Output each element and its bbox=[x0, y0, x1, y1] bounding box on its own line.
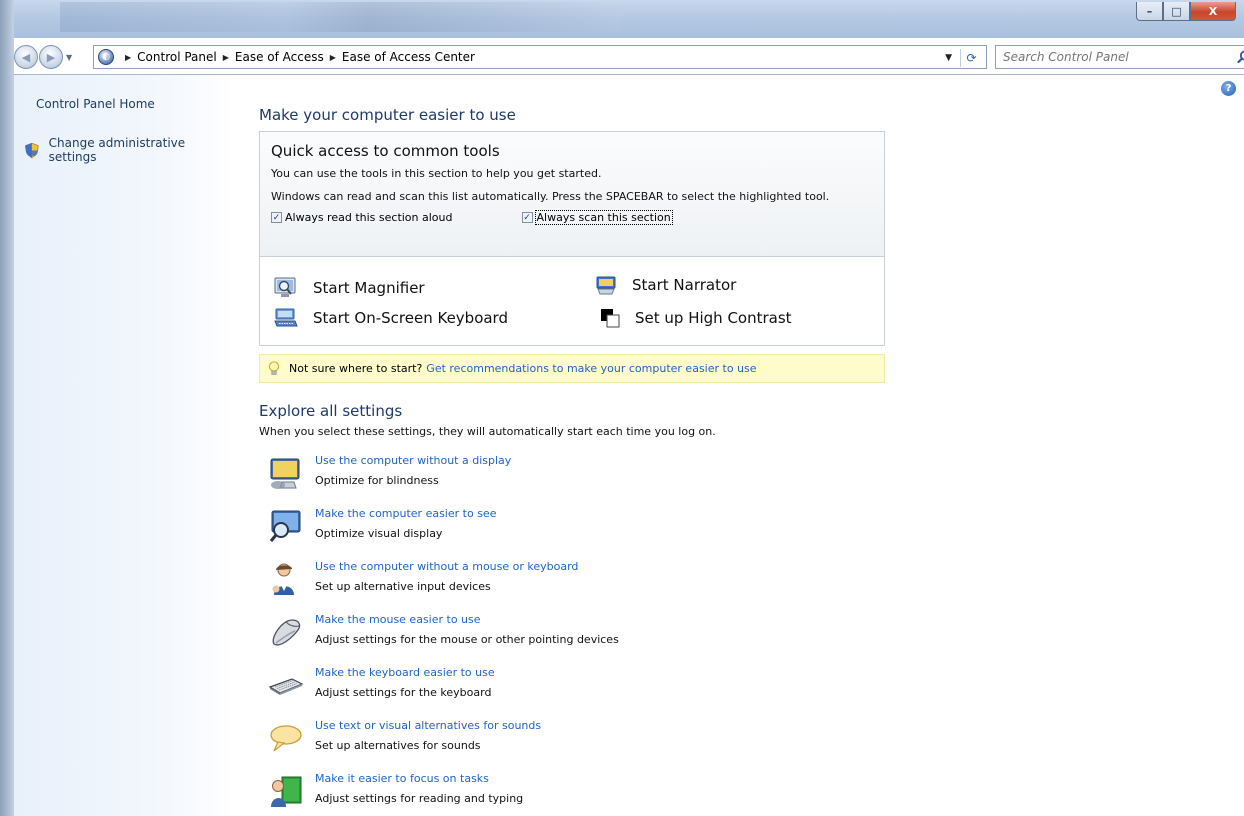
keyboard-easier-link[interactable]: Make the keyboard easier to use bbox=[315, 666, 495, 679]
start-narrator-button[interactable]: Start Narrator bbox=[595, 274, 736, 296]
search-input[interactable] bbox=[1003, 50, 1223, 64]
on-screen-keyboard-icon bbox=[274, 308, 298, 327]
setting-without-mouse-keyboard: Use the computer without a mouse or keyb… bbox=[268, 560, 578, 597]
quick-access-tools: Start Magnifier Start Narrator Start On-… bbox=[260, 257, 884, 346]
refresh-icon[interactable]: ⟳ bbox=[960, 49, 982, 67]
background-window-ghost bbox=[60, 2, 620, 32]
quick-access-scan-note: Windows can read and scan this list auto… bbox=[271, 190, 830, 203]
quick-access-intro: You can use the tools in this section to… bbox=[271, 167, 602, 180]
quick-access-title: Quick access to common tools bbox=[271, 142, 500, 160]
focus-on-tasks-desc: Adjust settings for reading and typing bbox=[315, 792, 524, 805]
read-aloud-check-icon[interactable]: ✓ bbox=[271, 212, 282, 223]
get-recommendations-link[interactable]: Get recommendations to make your compute… bbox=[426, 362, 756, 375]
keyboard-easier-desc: Adjust settings for the keyboard bbox=[315, 686, 492, 699]
page-title: Make your computer easier to use bbox=[259, 106, 516, 124]
read-aloud-label[interactable]: Always read this section aloud bbox=[285, 211, 453, 224]
set-up-high-contrast-button[interactable]: Set up High Contrast bbox=[600, 308, 792, 328]
quick-access-panel: Quick access to common tools You can use… bbox=[259, 131, 885, 346]
setting-focus-on-tasks: Make it easier to focus on tasks Adjust … bbox=[268, 772, 523, 809]
minimize-button[interactable]: – bbox=[1136, 2, 1163, 21]
use-without-display-link[interactable]: Use the computer without a display bbox=[315, 454, 511, 467]
mouse-easier-desc: Adjust settings for the mouse or other p… bbox=[315, 633, 619, 646]
address-dropdown-icon[interactable]: ▼ bbox=[945, 53, 952, 63]
easier-to-see-link[interactable]: Make the computer easier to see bbox=[315, 507, 496, 520]
start-magnifier-label: Start Magnifier bbox=[313, 279, 425, 297]
setting-sound-alternatives: Use text or visual alternatives for soun… bbox=[268, 719, 541, 756]
uac-shield-icon bbox=[25, 142, 39, 158]
close-button[interactable]: X bbox=[1190, 2, 1236, 21]
title-bar: – □ X bbox=[0, 0, 1244, 38]
setting-keyboard-easier: Make the keyboard easier to use Adjust s… bbox=[268, 666, 495, 703]
start-on-screen-keyboard-button[interactable]: Start On-Screen Keyboard bbox=[274, 308, 508, 328]
speech-bubble-icon bbox=[270, 725, 302, 752]
control-panel-home-link[interactable]: Control Panel Home bbox=[36, 97, 155, 111]
recent-pages-dropdown[interactable]: ▼ bbox=[66, 53, 76, 62]
quick-access-header: Quick access to common tools You can use… bbox=[260, 132, 884, 257]
easier-to-see-desc: Optimize visual display bbox=[315, 527, 443, 540]
person-speech-icon bbox=[272, 563, 294, 595]
without-mouse-keyboard-desc: Set up alternative input devices bbox=[315, 580, 491, 593]
setting-easier-to-see: Make the computer easier to see Optimize… bbox=[268, 507, 496, 544]
window-controls: – □ X bbox=[1136, 2, 1236, 21]
keyboard-icon bbox=[268, 678, 304, 695]
sound-alternatives-desc: Set up alternatives for sounds bbox=[315, 739, 481, 752]
recommendation-prompt: Not sure where to start? bbox=[289, 362, 423, 375]
scan-section-checkbox[interactable]: ✓ Always scan this section bbox=[521, 210, 673, 225]
high-contrast-icon bbox=[601, 309, 620, 328]
search-icon[interactable] bbox=[1236, 49, 1244, 65]
breadcrumb-ease-of-access[interactable]: Ease of Access bbox=[235, 50, 324, 64]
monitor-blind-icon bbox=[270, 458, 300, 489]
mouse-easier-link[interactable]: Make the mouse easier to use bbox=[315, 613, 619, 626]
setting-without-display: Use the computer without a display Optim… bbox=[268, 454, 511, 491]
address-bar-tools: ▼ ⟳ bbox=[945, 49, 982, 67]
forward-arrow-icon: ▶ bbox=[46, 50, 56, 64]
use-without-display-desc: Optimize for blindness bbox=[315, 474, 439, 487]
back-arrow-icon: ◀ bbox=[21, 50, 31, 64]
back-button[interactable]: ◀ bbox=[14, 45, 38, 69]
maximize-button[interactable]: □ bbox=[1163, 2, 1190, 21]
read-aloud-checkbox[interactable]: ✓ Always read this section aloud bbox=[271, 211, 453, 224]
lightbulb-icon bbox=[268, 361, 280, 375]
set-up-high-contrast-label: Set up High Contrast bbox=[635, 309, 792, 327]
start-magnifier-button[interactable]: Start Magnifier bbox=[274, 277, 425, 299]
sidebar: Control Panel Home Change administrative… bbox=[14, 75, 233, 816]
breadcrumb-arrow-icon[interactable]: ▶ bbox=[125, 53, 131, 62]
monitor-magnifier-icon bbox=[269, 510, 301, 542]
mouse-icon bbox=[272, 619, 301, 646]
breadcrumb: ▶ Control Panel ▶ Ease of Access ▶ Ease … bbox=[119, 50, 475, 64]
recommendation-banner: Not sure where to start? Get recommendat… bbox=[259, 354, 885, 383]
scan-section-check-icon[interactable]: ✓ bbox=[521, 212, 533, 223]
breadcrumb-ease-of-access-center[interactable]: Ease of Access Center bbox=[342, 50, 475, 64]
forward-button[interactable]: ▶ bbox=[39, 45, 63, 69]
without-mouse-keyboard-link[interactable]: Use the computer without a mouse or keyb… bbox=[315, 560, 578, 573]
explore-all-settings-description: When you select these settings, they wil… bbox=[259, 425, 716, 438]
help-icon[interactable]: ? bbox=[1221, 81, 1236, 96]
navigation-bar: ◀ ▶ ▼ ◐ ▶ Control Panel ▶ Ease of Access… bbox=[14, 44, 1244, 70]
person-book-icon bbox=[271, 776, 302, 807]
search-box[interactable] bbox=[995, 45, 1244, 69]
quick-access-options: ✓ Always read this section aloud ✓ Alway… bbox=[271, 210, 884, 225]
breadcrumb-arrow-icon[interactable]: ▶ bbox=[223, 53, 229, 62]
sound-alternatives-link[interactable]: Use text or visual alternatives for soun… bbox=[315, 719, 541, 732]
start-narrator-label: Start Narrator bbox=[632, 276, 737, 294]
change-admin-settings-link[interactable]: Change administrative settings bbox=[24, 136, 233, 164]
setting-mouse-easier: Make the mouse easier to use Adjust sett… bbox=[268, 613, 619, 650]
narrator-icon bbox=[596, 276, 616, 295]
address-bar[interactable]: ◐ ▶ Control Panel ▶ Ease of Access ▶ Eas… bbox=[93, 45, 987, 69]
window-left-edge bbox=[0, 0, 14, 816]
control-panel-icon: ◐ bbox=[98, 49, 114, 65]
breadcrumb-control-panel[interactable]: Control Panel bbox=[137, 50, 217, 64]
start-on-screen-keyboard-label: Start On-Screen Keyboard bbox=[313, 309, 508, 327]
breadcrumb-arrow-icon[interactable]: ▶ bbox=[330, 53, 336, 62]
focus-on-tasks-link[interactable]: Make it easier to focus on tasks bbox=[315, 772, 523, 785]
change-admin-settings-label: Change administrative settings bbox=[48, 136, 186, 164]
scan-section-label[interactable]: Always scan this section bbox=[534, 210, 673, 225]
explore-all-settings-heading: Explore all settings bbox=[259, 402, 403, 420]
magnifier-icon bbox=[274, 277, 296, 297]
